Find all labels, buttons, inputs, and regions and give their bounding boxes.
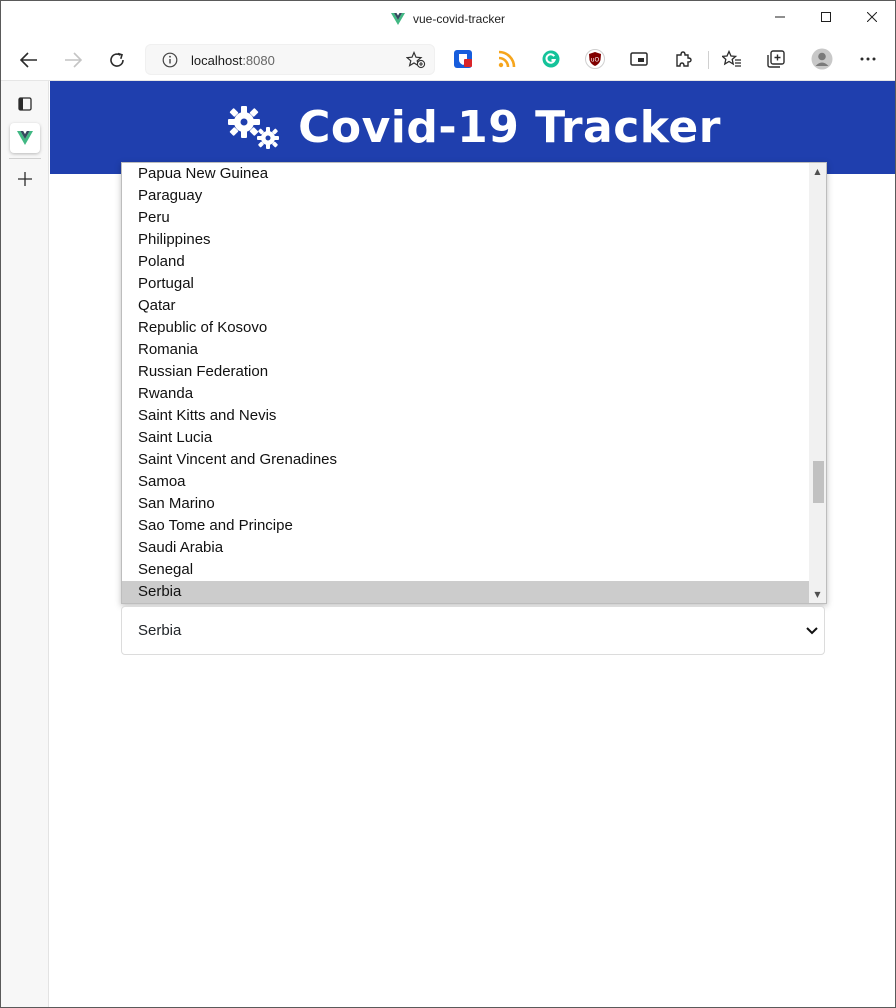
favorites-icon[interactable] xyxy=(721,48,743,70)
bitwarden-extension-icon[interactable] xyxy=(452,48,474,70)
country-option[interactable]: Saudi Arabia xyxy=(122,537,809,559)
vue-logo-icon xyxy=(390,13,405,29)
ublock-extension-icon[interactable]: uO xyxy=(584,48,606,70)
country-option[interactable]: San Marino xyxy=(122,493,809,515)
country-option[interactable]: Paraguay xyxy=(122,185,809,207)
country-select-value: Serbia xyxy=(138,622,182,639)
toolbar-divider xyxy=(708,51,709,69)
title-bar: vue-covid-tracker xyxy=(1,1,895,39)
chevron-down-icon xyxy=(804,621,820,641)
country-option[interactable]: Rwanda xyxy=(122,383,809,405)
profile-avatar[interactable] xyxy=(811,48,833,70)
svg-text:uO: uO xyxy=(591,57,600,64)
info-icon[interactable] xyxy=(162,52,178,72)
country-option[interactable]: Poland xyxy=(122,251,809,273)
scroll-down-arrow-icon[interactable]: ▼ xyxy=(809,586,826,603)
country-option[interactable]: Saint Kitts and Nevis xyxy=(122,405,809,427)
refresh-button[interactable] xyxy=(102,45,132,75)
extensions-icon[interactable] xyxy=(672,48,694,70)
picture-in-picture-icon[interactable] xyxy=(628,48,650,70)
address-bar[interactable]: localhost:8080 xyxy=(145,44,435,75)
scrollbar-thumb[interactable] xyxy=(813,461,824,503)
window-title-text: vue-covid-tracker xyxy=(412,12,506,26)
vertical-tabs-sidebar xyxy=(1,81,49,1007)
country-dropdown-list[interactable]: Papua New Guinea Paraguay Peru Philippin… xyxy=(121,162,827,604)
more-options-icon[interactable] xyxy=(857,48,879,70)
close-button[interactable] xyxy=(849,1,895,33)
back-button[interactable] xyxy=(14,45,44,75)
scroll-up-arrow-icon[interactable]: ▲ xyxy=(809,163,826,180)
maximize-button[interactable] xyxy=(803,1,849,33)
country-option[interactable]: Saint Vincent and Grenadines xyxy=(122,449,809,471)
country-option[interactable]: Samoa xyxy=(122,471,809,493)
country-option[interactable]: Portugal xyxy=(122,273,809,295)
url-text: localhost:8080 xyxy=(191,53,275,68)
country-option[interactable]: Saint Lucia xyxy=(122,427,809,449)
url-port: :8080 xyxy=(242,53,275,68)
url-host: localhost xyxy=(191,53,243,68)
new-tab-icon[interactable] xyxy=(10,164,40,194)
collections-icon[interactable] xyxy=(765,48,787,70)
app-header: Covid-19 Tracker xyxy=(50,81,895,174)
country-option[interactable]: Peru xyxy=(122,207,809,229)
add-favorite-icon[interactable] xyxy=(405,50,426,73)
country-select[interactable]: Serbia xyxy=(121,606,825,655)
forward-button[interactable] xyxy=(58,45,88,75)
browser-window: vue-covid-tracker localhost:8080 uO Covi… xyxy=(0,0,896,1008)
page-content: Covid-19 Tracker Papua New Guinea Paragu… xyxy=(50,81,895,1007)
sidebar-divider xyxy=(9,158,41,159)
country-option[interactable]: Senegal xyxy=(122,559,809,581)
country-option[interactable]: Papua New Guinea xyxy=(122,163,809,185)
country-option[interactable]: Republic of Kosovo xyxy=(122,317,809,339)
virus-gears-icon xyxy=(228,105,280,149)
grammarly-extension-icon[interactable] xyxy=(540,48,562,70)
country-option[interactable]: Romania xyxy=(122,339,809,361)
country-option[interactable]: Russian Federation xyxy=(122,361,809,383)
tab-vue-covid-tracker[interactable] xyxy=(10,123,40,153)
rss-extension-icon[interactable] xyxy=(496,48,518,70)
browser-toolbar: localhost:8080 uO xyxy=(1,39,895,81)
tab-actions-icon[interactable] xyxy=(10,89,40,119)
app-title: Covid-19 Tracker xyxy=(298,102,721,153)
country-option[interactable]: Sao Tome and Principe xyxy=(122,515,809,537)
app-brand: Covid-19 Tracker xyxy=(224,102,721,153)
country-options: Papua New Guinea Paraguay Peru Philippin… xyxy=(122,163,809,603)
dropdown-scrollbar[interactable]: ▲ ▼ xyxy=(809,163,826,603)
country-option-selected[interactable]: Serbia xyxy=(122,581,809,603)
minimize-button[interactable] xyxy=(757,1,803,33)
country-option[interactable]: Philippines xyxy=(122,229,809,251)
country-option[interactable]: Qatar xyxy=(122,295,809,317)
